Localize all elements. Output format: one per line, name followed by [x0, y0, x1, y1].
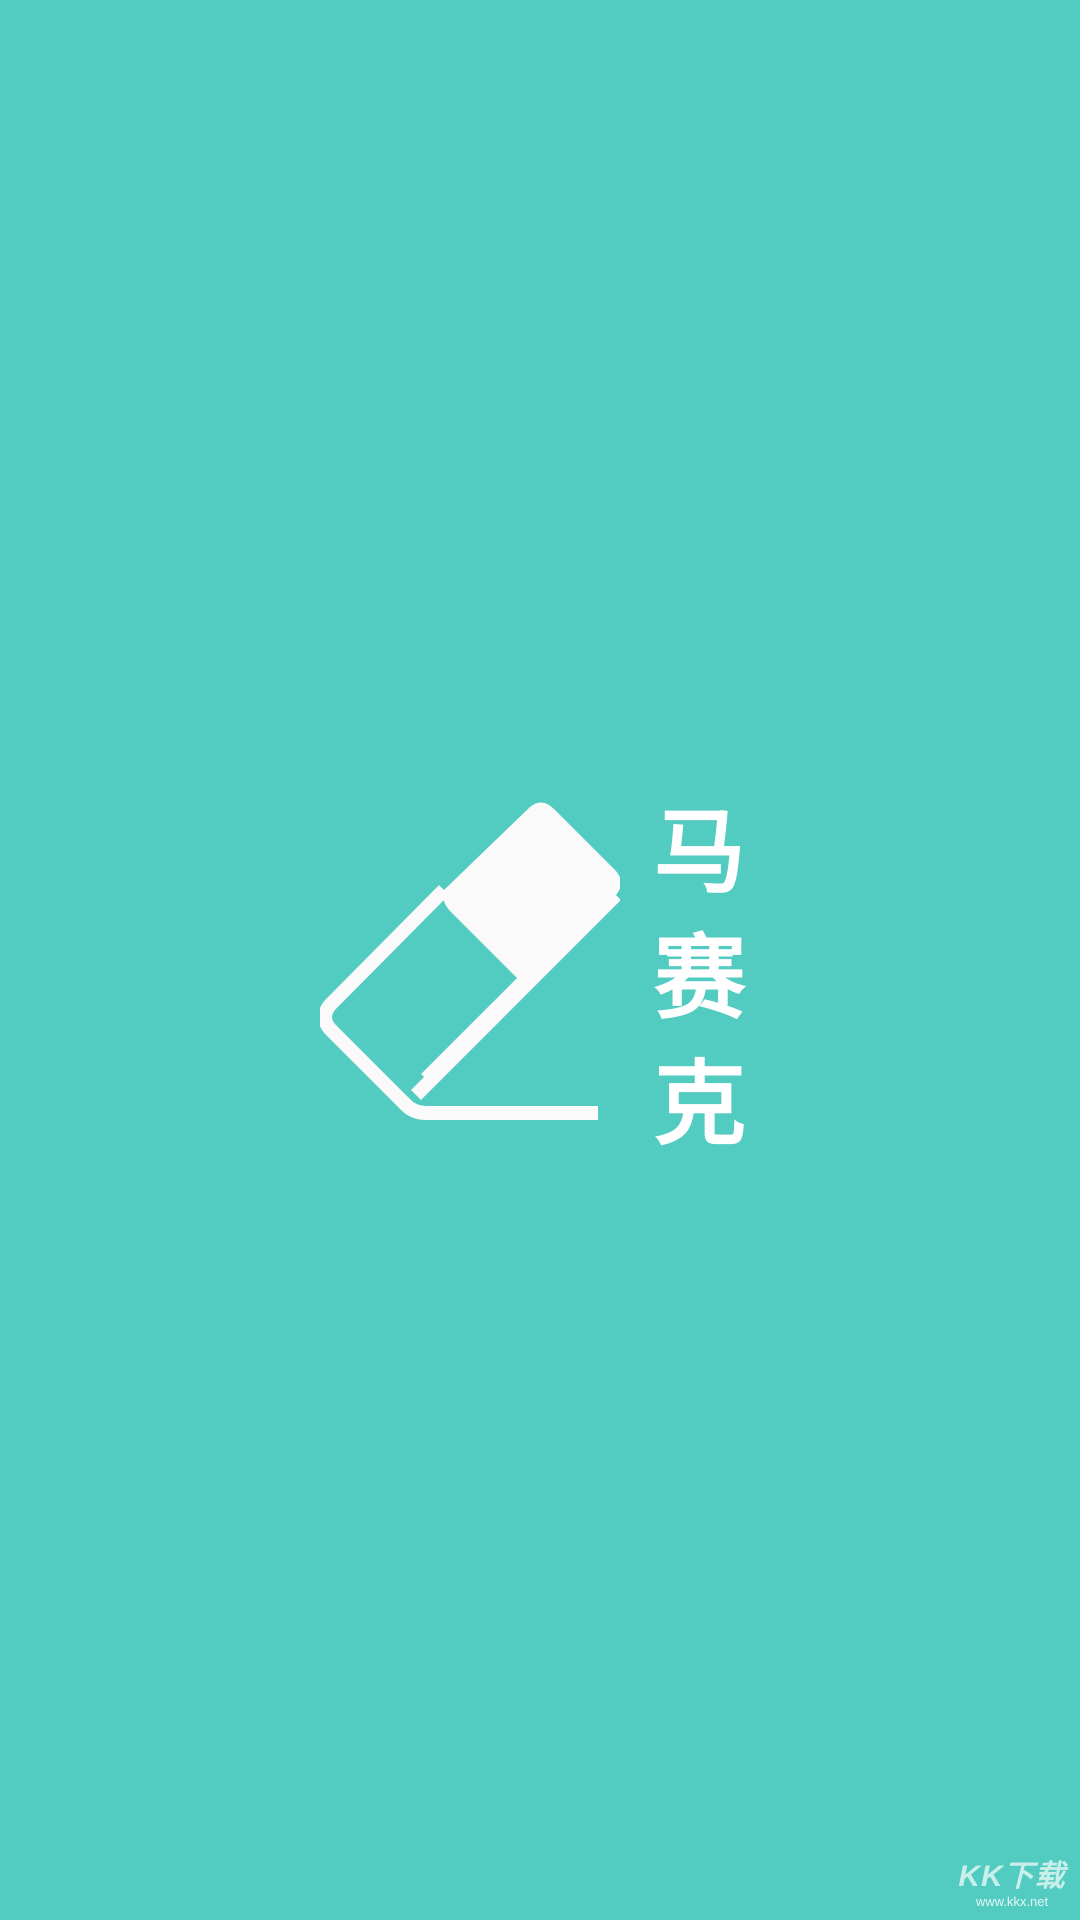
- watermark-logo: KK下载: [958, 1860, 1066, 1893]
- app-name: 马 赛 克: [650, 790, 750, 1168]
- splash-screen: 马 赛 克 KK下载 www.kkx.net: [0, 0, 1080, 1920]
- app-name-char: 克: [653, 1051, 746, 1158]
- app-name-char: 赛: [653, 925, 746, 1032]
- eraser-icon: [320, 795, 620, 1120]
- app-name-char: 马: [653, 799, 746, 906]
- watermark: KK下载 www.kkx.net: [952, 1860, 1072, 1916]
- watermark-url: www.kkx.net: [975, 1894, 1049, 1909]
